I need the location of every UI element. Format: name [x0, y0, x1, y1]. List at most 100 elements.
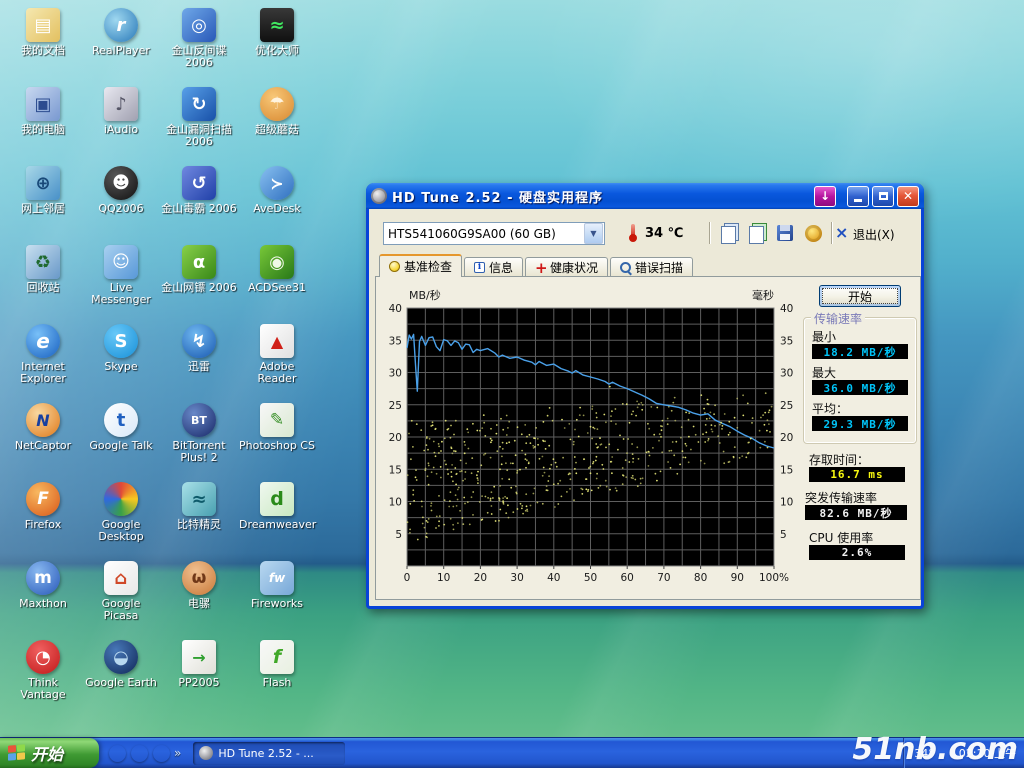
- desktop-icon[interactable]: ◒ Google Earth: [82, 636, 160, 715]
- download-update-button[interactable]: ↓: [814, 186, 836, 207]
- app-icon: ◒: [104, 640, 138, 674]
- tab-label: 错误扫描: [635, 259, 683, 276]
- desktop-icon-grid: ▤ 我的文档 r RealPlayer ◎ 金山反间谍 2006 ≈ 优化大师 …: [4, 4, 316, 715]
- max-label: 最大: [812, 364, 836, 381]
- app-icon: ▣: [26, 87, 60, 121]
- close-button[interactable]: ✕: [897, 186, 919, 207]
- desktop-icon[interactable]: F Firefox: [4, 478, 82, 557]
- desktop-icon[interactable]: N NetCaptor: [4, 399, 82, 478]
- tab-health[interactable]: 健康状况: [525, 257, 608, 277]
- info-icon: [474, 262, 485, 273]
- desktop-icon[interactable]: ↻ 金山漏洞扫描 2006: [160, 83, 238, 162]
- minimize-button[interactable]: [847, 186, 869, 207]
- app-icon: S: [104, 324, 138, 358]
- desktop-icon[interactable]: ◉ ACDSee31: [238, 241, 316, 320]
- desktop-icon-label: 优化大师: [255, 45, 299, 57]
- app-icon: f: [260, 640, 294, 674]
- burst-rate-value: 82.6 MB/秒: [805, 505, 907, 520]
- desktop-icon[interactable]: ☂ 超级蘑菇: [238, 83, 316, 162]
- desktop-icon[interactable]: t Google Talk: [82, 399, 160, 478]
- desktop-icon[interactable]: ◎ 金山反间谍 2006: [160, 4, 238, 83]
- quick-launch-icon[interactable]: [153, 745, 170, 762]
- desktop-icon[interactable]: d Dreamweaver: [238, 478, 316, 557]
- desktop-icon[interactable]: ♪ iAudio: [82, 83, 160, 162]
- copy-screenshot-button[interactable]: [749, 223, 769, 243]
- avg-value: 29.3 MB/秒: [812, 416, 908, 431]
- desktop-icon[interactable]: ☺ Live Messenger: [82, 241, 160, 320]
- app-icon: ◉: [260, 245, 294, 279]
- tab-error-scan[interactable]: 错误扫描: [610, 257, 693, 277]
- desktop-icon[interactable]: f Flash: [238, 636, 316, 715]
- app-icon: α: [182, 245, 216, 279]
- desktop-icon[interactable]: BT BitTorrent Plus! 2: [160, 399, 238, 478]
- desktop-icon-label: QQ2006: [98, 203, 143, 215]
- title-bar[interactable]: HD Tune 2.52 - 硬盘实用程序 ↓ ✕: [366, 183, 924, 209]
- svg-text:100%: 100%: [759, 572, 789, 584]
- cpu-usage-value: 2.6%: [809, 545, 905, 560]
- quick-launch-overflow-chevron[interactable]: »: [174, 746, 181, 760]
- tab-benchmark[interactable]: 基准检查: [379, 254, 462, 277]
- desktop-icon[interactable]: S Skype: [82, 320, 160, 399]
- desktop-icon[interactable]: ⌂ Google Picasa: [82, 557, 160, 636]
- toolbar-separator: [709, 222, 710, 244]
- desktop-icon[interactable]: ≻ AveDesk: [238, 162, 316, 241]
- desktop-icon[interactable]: ◔ Think Vantage: [4, 636, 82, 715]
- desktop-icon[interactable]: ≈ 优化大师: [238, 4, 316, 83]
- magnifier-icon: [620, 262, 631, 273]
- desktop-icon[interactable]: α 金山网镖 2006: [160, 241, 238, 320]
- svg-text:40: 40: [780, 303, 793, 315]
- desktop-icon[interactable]: fw Fireworks: [238, 557, 316, 636]
- start-button[interactable]: 开始: [0, 738, 99, 768]
- desktop-icon[interactable]: r RealPlayer: [82, 4, 160, 83]
- benchmark-tab-page: MB/秒毫秒4035302520151054035302520151050102…: [375, 276, 921, 600]
- svg-text:10: 10: [437, 572, 450, 584]
- quick-launch-icon[interactable]: [131, 745, 148, 762]
- app-icon: e: [26, 324, 60, 358]
- desktop-icon[interactable]: → PP2005: [160, 636, 238, 715]
- svg-text:35: 35: [780, 335, 793, 347]
- start-benchmark-button[interactable]: 开始: [819, 285, 901, 307]
- access-time-value: 16.7 ms: [809, 467, 905, 482]
- app-icon: →: [182, 640, 216, 674]
- toolbar-separator: [831, 222, 832, 244]
- svg-text:90: 90: [731, 572, 744, 584]
- desktop-icon[interactable]: ↺ 金山毒霸 2006: [160, 162, 238, 241]
- quick-launch-icon[interactable]: [109, 745, 126, 762]
- app-icon: ⊕: [26, 166, 60, 200]
- desktop-icon[interactable]: ▲ Adobe Reader: [238, 320, 316, 399]
- desktop-icon-label: 金山毒霸 2006: [161, 203, 237, 215]
- app-icon: ✎: [260, 403, 294, 437]
- chevron-down-icon[interactable]: ▼: [584, 223, 603, 244]
- desktop-icon[interactable]: ω 电骡: [160, 557, 238, 636]
- desktop-icon[interactable]: ↯ 迅雷: [160, 320, 238, 399]
- app-icon: BT: [182, 403, 216, 437]
- desktop-icon[interactable]: Google Desktop: [82, 478, 160, 557]
- svg-text:40: 40: [547, 572, 560, 584]
- taskbar-button-hdtune[interactable]: HD Tune 2.52 - ...: [193, 742, 345, 765]
- desktop-icon[interactable]: ♻ 回收站: [4, 241, 82, 320]
- desktop-icon[interactable]: e Internet Explorer: [4, 320, 82, 399]
- group-title: 传输速率: [811, 310, 865, 327]
- save-screenshot-button[interactable]: [777, 223, 797, 243]
- drive-selector[interactable]: HTS541060G9SA00 (60 GB) ▼: [383, 222, 605, 245]
- exit-button[interactable]: 退出(X): [853, 226, 895, 243]
- benchmark-chart: MB/秒毫秒4035302520151054035302520151050102…: [376, 279, 812, 591]
- desktop-icon[interactable]: m Maxthon: [4, 557, 82, 636]
- desktop-icon[interactable]: ▣ 我的电脑: [4, 83, 82, 162]
- app-icon: [104, 482, 138, 516]
- svg-text:50: 50: [584, 572, 597, 584]
- desktop-icon[interactable]: ☻ QQ2006: [82, 162, 160, 241]
- tab-info[interactable]: 信息: [464, 257, 523, 277]
- minimize-icon: [854, 199, 862, 202]
- options-button[interactable]: [805, 223, 825, 243]
- desktop-icon[interactable]: ✎ Photoshop CS: [238, 399, 316, 478]
- svg-text:5: 5: [395, 529, 402, 541]
- desktop-icon[interactable]: ▤ 我的文档: [4, 4, 82, 83]
- thermometer-icon: [630, 224, 636, 242]
- desktop-icon-label: 网上邻居: [21, 203, 65, 215]
- desktop-icon[interactable]: ≈ 比特精灵: [160, 478, 238, 557]
- desktop-icon[interactable]: ⊕ 网上邻居: [4, 162, 82, 241]
- copy-to-clipboard-button[interactable]: [721, 223, 741, 243]
- app-icon: ♪: [104, 87, 138, 121]
- maximize-button[interactable]: [872, 186, 894, 207]
